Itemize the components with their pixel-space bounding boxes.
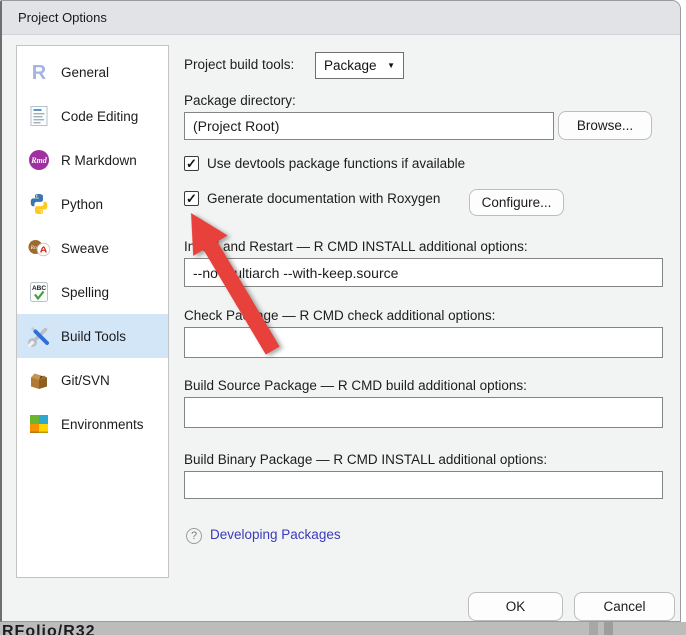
check-package-options-input[interactable]: [184, 327, 663, 358]
devtools-checkbox-label: Use devtools package functions if availa…: [207, 156, 465, 171]
check-icon: ✓: [186, 192, 197, 205]
developing-packages-link[interactable]: Developing Packages: [210, 527, 341, 542]
cancel-button[interactable]: Cancel: [574, 592, 675, 621]
project-options-dialog: Project Options R General Code Editing R…: [0, 0, 681, 622]
project-build-tools-label: Project build tools:: [184, 57, 294, 72]
dropdown-caret-icon: ▼: [387, 61, 395, 70]
package-directory-input[interactable]: [184, 112, 554, 140]
build-source-label: Build Source Package — R CMD build addit…: [184, 378, 527, 393]
build-tools-select[interactable]: Package ▼: [315, 52, 404, 79]
roxygen-checkbox[interactable]: ✓: [184, 191, 199, 206]
browse-button[interactable]: Browse...: [558, 111, 652, 140]
ok-button[interactable]: OK: [468, 592, 563, 621]
package-directory-label: Package directory:: [184, 93, 296, 108]
build-tools-selected-value: Package: [324, 58, 377, 73]
roxygen-checkbox-label: Generate documentation with Roxygen: [207, 191, 440, 206]
build-source-options-input[interactable]: [184, 397, 663, 428]
check-package-label: Check Package — R CMD check additional o…: [184, 308, 495, 323]
background-ui-fragment: [604, 622, 613, 635]
build-binary-options-input[interactable]: [184, 471, 663, 499]
screen: RFolio/R32 Project Options R General Cod…: [0, 0, 686, 635]
devtools-checkbox-row: ✓ Use devtools package functions if avai…: [184, 156, 465, 171]
check-icon: ✓: [186, 157, 197, 170]
configure-button[interactable]: Configure...: [469, 189, 564, 216]
roxygen-checkbox-row: ✓ Generate documentation with Roxygen: [184, 191, 440, 206]
devtools-checkbox[interactable]: ✓: [184, 156, 199, 171]
build-tools-panel: Project build tools: Package ▼ Package d…: [2, 1, 680, 621]
install-restart-label: Install and Restart — R CMD INSTALL addi…: [184, 239, 528, 254]
build-binary-label: Build Binary Package — R CMD INSTALL add…: [184, 452, 547, 467]
help-icon[interactable]: ?: [186, 528, 202, 544]
background-ui-fragment: [589, 622, 598, 635]
background-window-strip: RFolio/R32: [0, 622, 686, 635]
background-clipped-text: RFolio/R32: [2, 623, 96, 635]
install-restart-options-input[interactable]: [184, 258, 663, 287]
